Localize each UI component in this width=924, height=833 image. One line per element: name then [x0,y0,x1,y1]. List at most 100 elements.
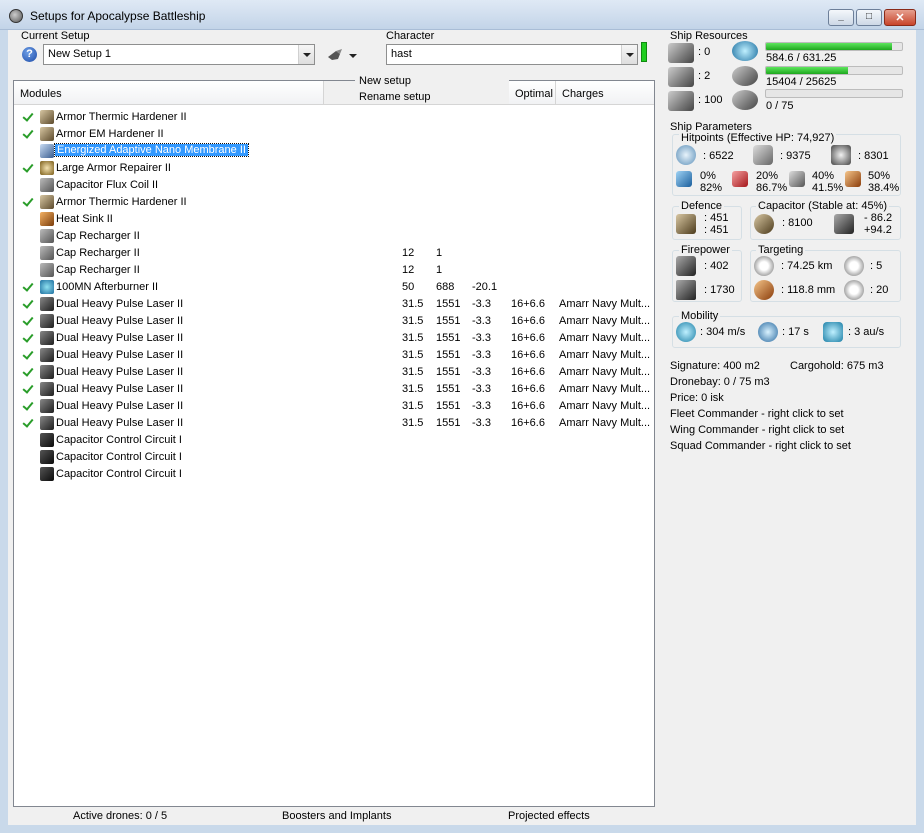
projected-effects-button[interactable]: Projected effects [508,810,590,822]
wing-commander-slot[interactable]: Wing Commander - right click to set [670,424,844,436]
menu-item-new-setup[interactable]: New setup [359,76,411,87]
module-row[interactable]: Cap Recharger II [14,228,654,245]
explosive-resist-a: 50% [868,170,891,182]
current-setup-select[interactable]: New Setup 1 [43,44,315,65]
active-check-icon[interactable] [23,128,33,138]
laser-icon [40,348,54,362]
close-button[interactable]: ✕ [884,9,916,26]
window-client: Current Setup ? New Setup 1 Character ha… [8,30,916,825]
active-check-icon[interactable] [23,332,33,342]
thermal-resist-icon [732,171,748,187]
module-stat-3: -3.3 [472,349,491,361]
laser-icon [40,331,54,345]
module-name: Armor EM Hardener II [56,128,164,140]
module-stat-1: 31.5 [402,349,424,361]
active-check-icon[interactable] [23,315,33,325]
module-stat-1: 31.5 [402,400,424,412]
firepower-a: : 402 [704,260,729,272]
powergrid-value: 15404 / 25625 [766,76,837,88]
menu-item-rename-setup[interactable]: Rename setup [359,91,431,103]
max-speed: : 304 m/s [700,326,746,338]
fitting-tool-icon[interactable] [326,47,358,63]
module-row[interactable]: Capacitor Control Circuit I [14,432,654,449]
module-name: Capacitor Control Circuit I [56,434,182,446]
kinetic-resist-b: 41.5% [812,182,844,194]
help-icon[interactable]: ? [22,47,37,62]
module-row[interactable]: Capacitor Control Circuit I [14,466,654,483]
active-check-icon[interactable] [23,400,33,410]
active-check-icon[interactable] [23,298,33,308]
module-name: Cap Recharger II [56,264,140,276]
active-check-icon[interactable] [23,366,33,376]
powergrid-bar [765,66,903,75]
module-optimal: 16+6.6 [511,366,545,378]
cpu-bar-fill [766,43,892,50]
active-check-icon[interactable] [23,417,33,427]
maximize-button[interactable]: □ [856,9,882,26]
module-row[interactable]: Capacitor Flux Coil II [14,177,654,194]
module-stat-2: 1551 [436,417,461,429]
module-name: Capacitor Flux Coil II [56,179,159,191]
sensor-strength: : 20 [870,284,889,296]
module-stat-3: -3.3 [472,417,491,429]
module-row[interactable]: Dual Heavy Pulse Laser II 31.5 1551 -3.3 16+… [14,381,654,398]
module-row[interactable]: Dual Heavy Pulse Laser II 31.5 1551 -3.3 16+… [14,296,654,313]
module-row[interactable]: Heat Sink II [14,211,654,228]
module-row[interactable]: Cap Recharger II 12 1 [14,245,654,262]
module-charges: Amarr Navy Mult... [559,332,651,344]
active-check-icon[interactable] [23,281,33,291]
targeting-range: : 74.25 km [781,260,833,272]
align-time: : 17 s [782,326,809,338]
module-row[interactable]: Capacitor Control Circuit I [14,449,654,466]
module-stat-2: 1 [436,247,443,259]
chevron-down-icon [621,45,637,64]
module-name: Dual Heavy Pulse Laser II [56,298,184,310]
minimize-button[interactable]: _ [828,9,854,26]
module-row[interactable]: Armor Thermic Hardener II [14,194,654,211]
turrets-value: : 0 [698,46,711,58]
module-stat-1: 12 [402,247,415,259]
module-stat-1: 12 [402,264,415,276]
module-row[interactable]: Dual Heavy Pulse Laser II 31.5 1551 -3.3 16+… [14,330,654,347]
modules-column-header[interactable]: Modules [14,81,324,105]
capacitor-value: : 8100 [782,217,813,229]
modules-list[interactable]: Modules New setup Rename setup Optimal C… [13,76,655,807]
module-row[interactable]: Armor Thermic Hardener II [14,109,654,126]
module-optimal: 16+6.6 [511,332,545,344]
optimal-column-header[interactable]: Optimal [509,81,556,105]
module-row[interactable]: Dual Heavy Pulse Laser II 31.5 1551 -3.3 16+… [14,398,654,415]
module-row[interactable]: Cap Recharger II 12 1 [14,262,654,279]
active-check-icon[interactable] [23,349,33,359]
fleet-commander-slot[interactable]: Fleet Commander - right click to set [670,408,844,420]
module-row[interactable]: Energized Adaptive Nano Membrane II [14,143,654,160]
module-row[interactable]: Dual Heavy Pulse Laser II 31.5 1551 -3.3 16+… [14,313,654,330]
module-charges: Amarr Navy Mult... [559,349,651,361]
boosters-implants-button[interactable]: Boosters and Implants [282,810,391,822]
module-name: Dual Heavy Pulse Laser II [56,417,184,429]
module-name: Armor Thermic Hardener II [56,196,187,208]
module-row[interactable]: 100MN Afterburner II 50 688 -20.1 [14,279,654,296]
active-check-icon[interactable] [23,383,33,393]
module-row[interactable]: Armor EM Hardener II [14,126,654,143]
module-row[interactable]: Dual Heavy Pulse Laser II 31.5 1551 -3.3 16+… [14,347,654,364]
squad-commander-slot[interactable]: Squad Commander - right click to set [670,440,851,452]
module-name: Capacitor Control Circuit I [56,468,182,480]
module-name: Dual Heavy Pulse Laser II [56,366,184,378]
character-select[interactable]: hast [386,44,638,65]
module-row[interactable]: Dual Heavy Pulse Laser II 31.5 1551 -3.3 16+… [14,415,654,432]
module-stat-1: 31.5 [402,332,424,344]
active-drones-button[interactable]: Active drones: 0 / 5 [73,810,167,822]
launchers-value: : 2 [698,70,711,82]
module-stat-3: -3.3 [472,298,491,310]
active-check-icon[interactable] [23,111,33,121]
active-check-icon[interactable] [23,196,33,206]
module-charges: Amarr Navy Mult... [559,400,651,412]
laser-icon [40,297,54,311]
explosive-resist-icon [845,171,861,187]
signature-radius: Signature: 400 m2 [670,360,760,372]
module-row[interactable]: Large Armor Repairer II [14,160,654,177]
charges-column-header[interactable]: Charges [556,81,654,105]
active-check-icon[interactable] [23,162,33,172]
cargohold: Cargohold: 675 m3 [790,360,884,372]
module-row[interactable]: Dual Heavy Pulse Laser II 31.5 1551 -3.3 16+… [14,364,654,381]
